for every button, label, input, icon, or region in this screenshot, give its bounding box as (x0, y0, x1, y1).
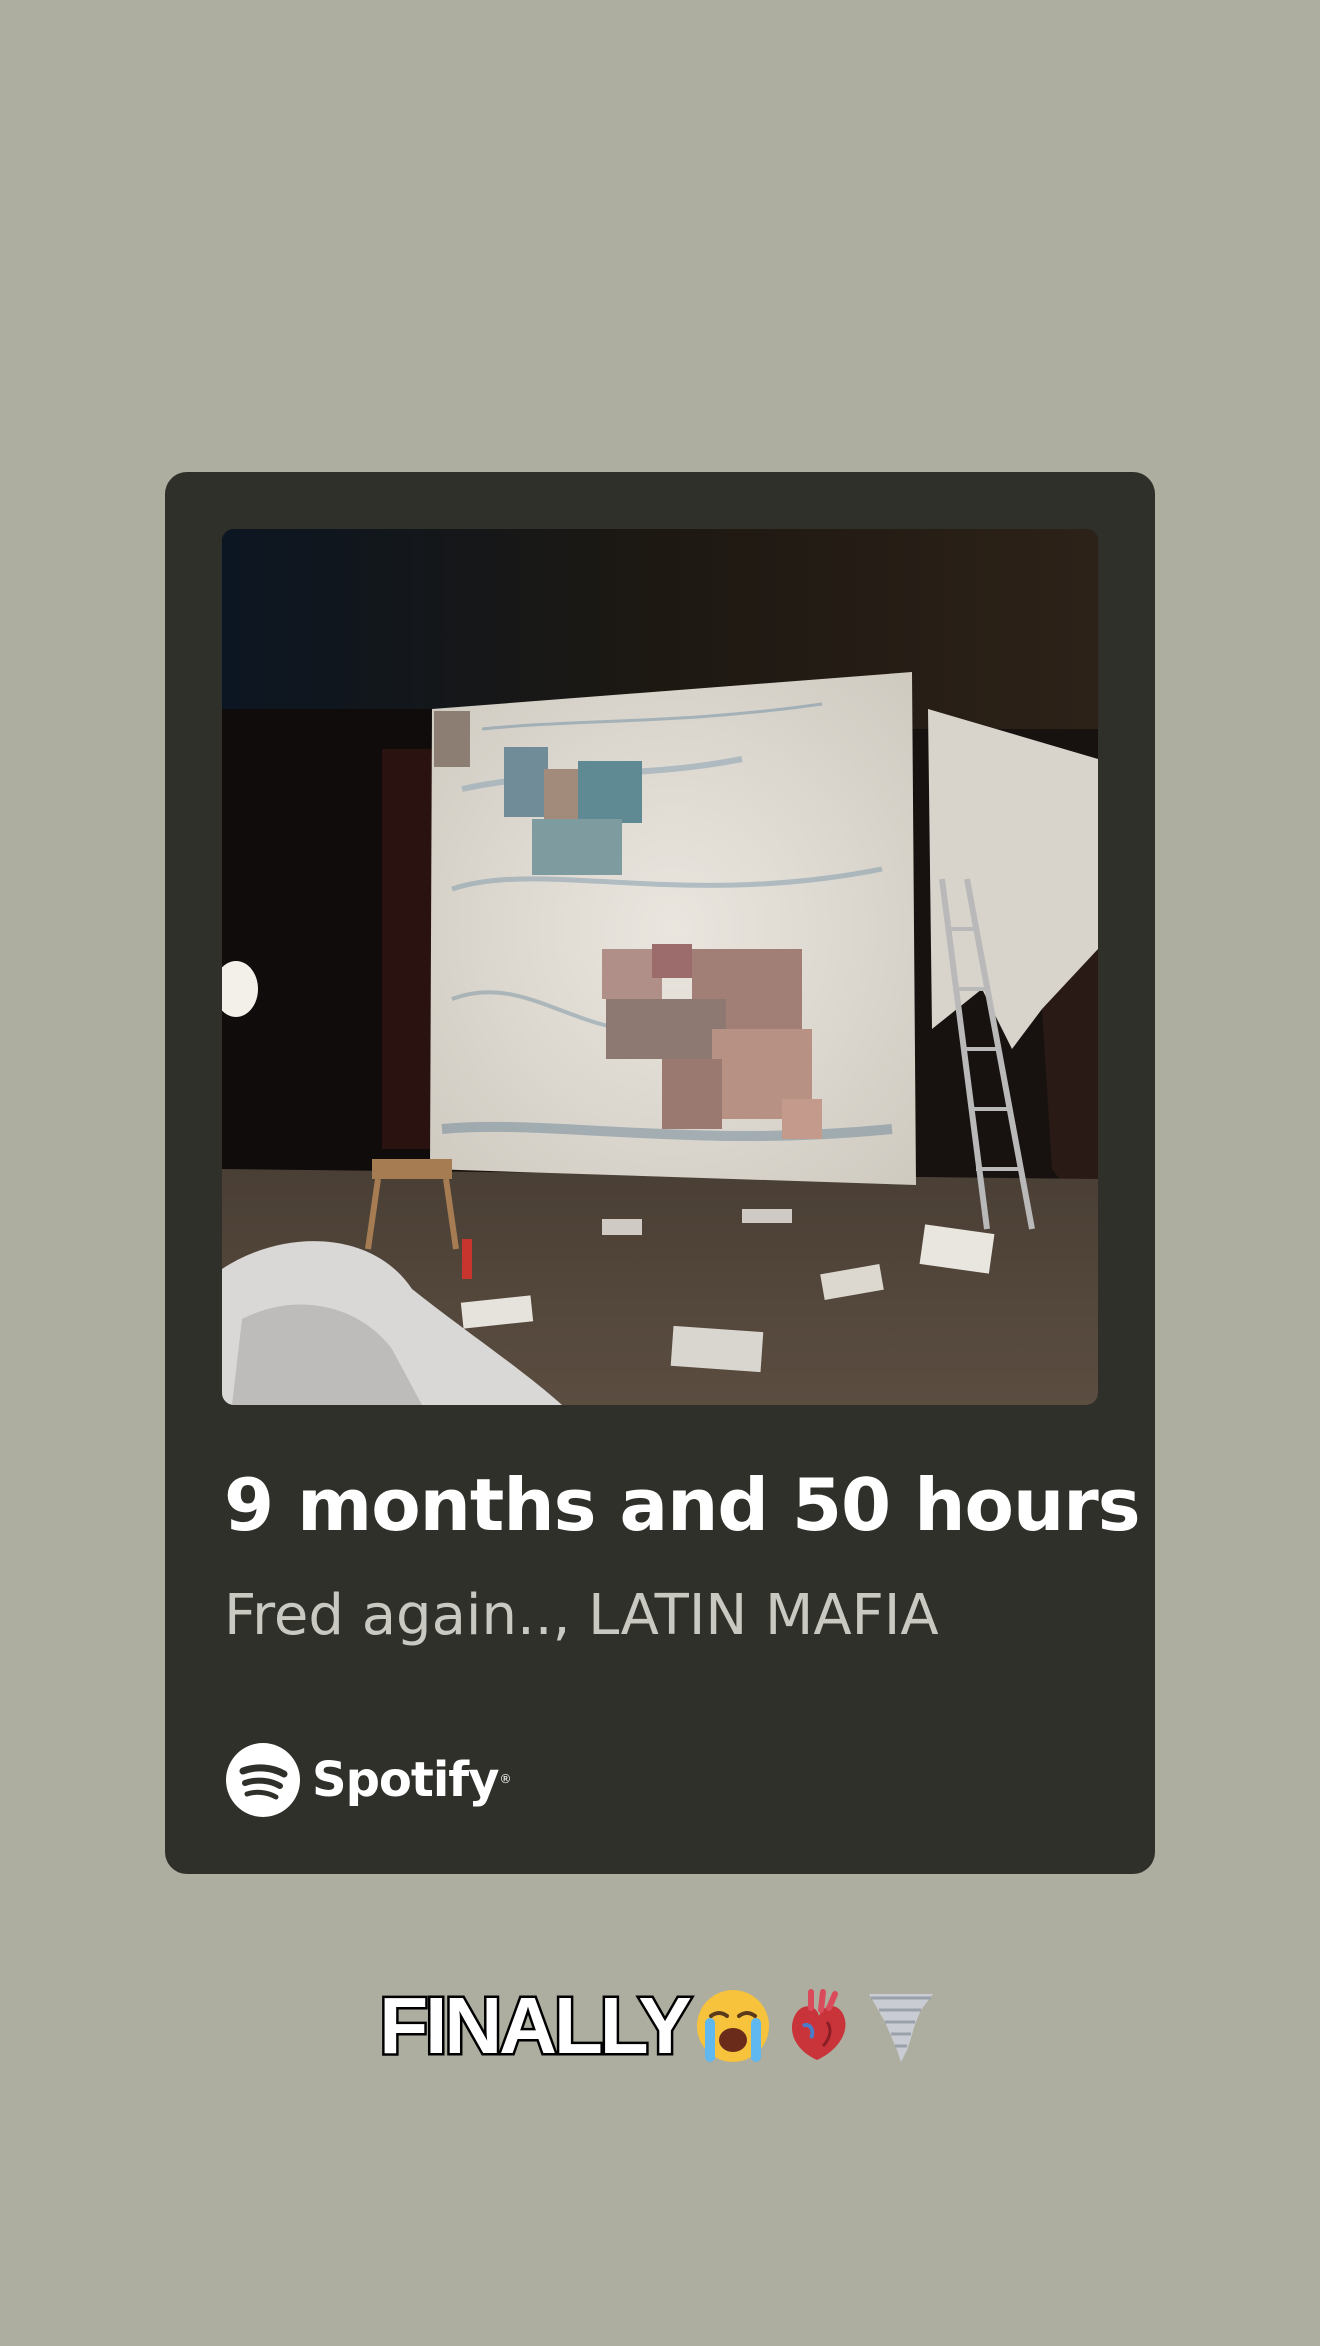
registered-mark: ® (499, 1772, 512, 1786)
story-screen: { "track": { "title": "9 months and 50 h… (0, 0, 1320, 2346)
spotify-wordmark: Spotify (312, 1752, 499, 1808)
album-artwork[interactable] (222, 529, 1098, 1405)
loudly-crying-face-icon (693, 1986, 773, 2066)
story-caption: FINALLY (0, 1979, 1320, 2073)
caption-text: FINALLY (377, 1979, 694, 2073)
spotify-logo-icon (226, 1743, 300, 1817)
track-title: 9 months and 50 hours (224, 1463, 1141, 1547)
tornado-icon (861, 1986, 941, 2066)
track-artists: Fred again.., LATIN MAFIA (224, 1583, 939, 1648)
anatomical-heart-icon (777, 1986, 857, 2066)
spotify-share-card[interactable]: 9 months and 50 hours Fred again.., LATI… (165, 472, 1155, 1874)
spotify-brand[interactable]: Spotify ® (226, 1742, 511, 1818)
